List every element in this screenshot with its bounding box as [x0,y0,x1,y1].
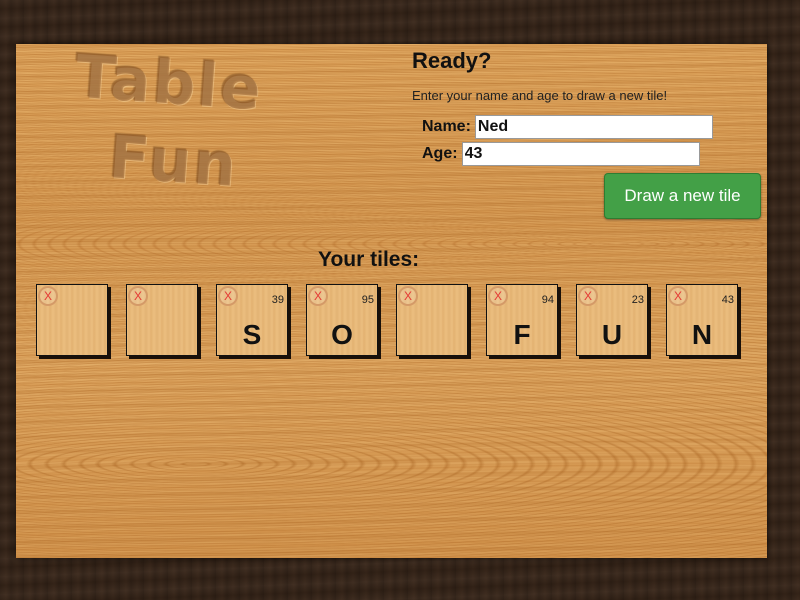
tile-letter: U [601,319,623,350]
logo-line-2: Fun [106,122,241,202]
remove-tile-icon[interactable]: X [668,286,688,306]
remove-tile-icon[interactable]: X [578,286,598,306]
tile-score: 43 [721,294,734,306]
draw-tile-button[interactable]: Draw a new tile [604,173,761,219]
logo-line-1: Table [72,41,265,125]
remove-tile-icon[interactable]: X [308,286,328,306]
remove-tile-icon[interactable]: X [218,286,238,306]
tile-rack: X X X 39 S X 95 O X X 94 F X 23 U X 43 N [36,284,746,360]
tile[interactable]: X 43 N [666,284,738,356]
remove-tile-icon[interactable]: X [128,286,148,306]
tiles-heading: Your tiles: [318,248,420,271]
tile[interactable]: X 39 S [216,284,288,356]
tile-score: 95 [361,294,374,306]
tile-letter: N [691,319,713,350]
tile-score: 39 [271,294,284,306]
tile-letter: S [242,319,262,350]
ready-heading: Ready? [412,48,492,73]
age-row: Age: [422,142,700,166]
tile-score: 94 [541,294,554,306]
name-row: Name: [422,115,713,139]
remove-tile-icon[interactable]: X [398,286,418,306]
tile[interactable]: X 23 U [576,284,648,356]
tile-letter: F [513,319,531,350]
tile[interactable]: X [126,284,198,356]
tile[interactable]: X 95 O [306,284,378,356]
remove-tile-icon[interactable]: X [38,286,58,306]
remove-tile-icon[interactable]: X [488,286,508,306]
logo: Table Fun [51,37,281,208]
tile[interactable]: X [396,284,468,356]
age-label: Age: [422,145,458,162]
tile[interactable]: X [36,284,108,356]
name-input[interactable] [474,115,713,139]
name-label: Name: [422,118,471,135]
game-board: Table Fun Ready? Enter your name and age… [16,42,767,558]
tile-letter: O [331,319,353,350]
instructions-text: Enter your name and age to draw a new ti… [412,88,668,103]
tile[interactable]: X 94 F [486,284,558,356]
age-input[interactable] [461,142,700,166]
tile-score: 23 [631,294,644,306]
